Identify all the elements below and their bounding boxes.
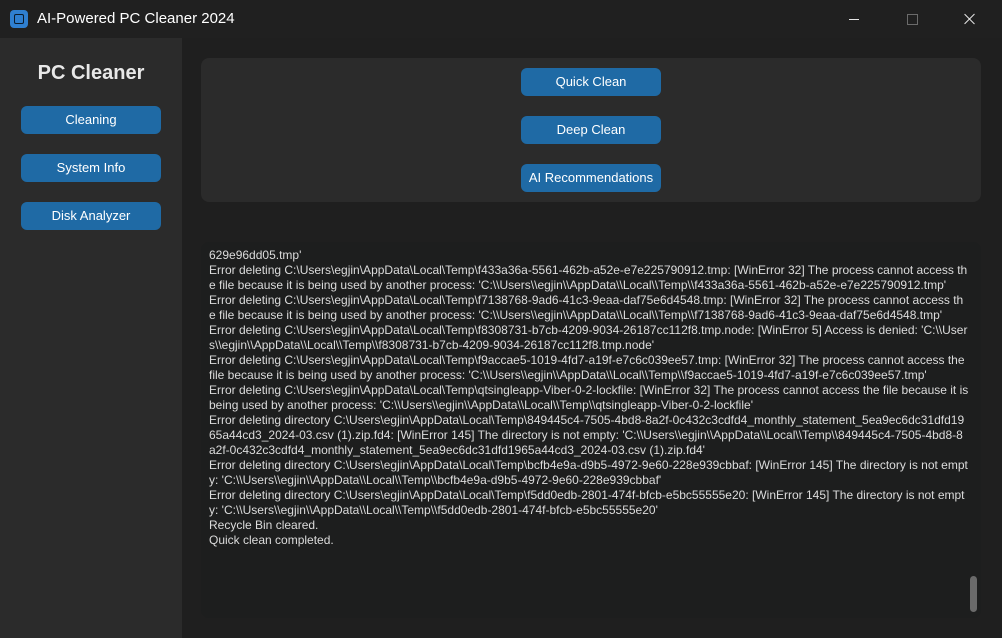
sidebar-item-system-info[interactable]: System Info [21,154,161,182]
window-title: AI-Powered PC Cleaner 2024 [37,10,235,27]
sidebar-item-disk-analyzer[interactable]: Disk Analyzer [21,202,161,230]
title-bar: AI-Powered PC Cleaner 2024 [0,0,1002,38]
ai-recommendations-button[interactable]: AI Recommendations [521,164,661,192]
maximize-icon[interactable] [889,0,935,38]
sidebar-title: PC Cleaner [37,62,145,84]
log-output[interactable]: 629e96dd05.tmp' Error deleting C:\Users\… [201,242,981,618]
actions-panel: Quick Clean Deep Clean AI Recommendation… [201,58,981,202]
app-icon [10,10,28,28]
sidebar: PC Cleaner Cleaning System Info Disk Ana… [0,38,182,638]
close-icon[interactable] [946,0,992,38]
scrollbar[interactable] [970,576,977,612]
quick-clean-button[interactable]: Quick Clean [521,68,661,96]
deep-clean-button[interactable]: Deep Clean [521,116,661,144]
sidebar-item-cleaning[interactable]: Cleaning [21,106,161,134]
log-text: 629e96dd05.tmp' Error deleting C:\Users\… [209,248,969,547]
minimize-icon[interactable] [831,0,877,38]
